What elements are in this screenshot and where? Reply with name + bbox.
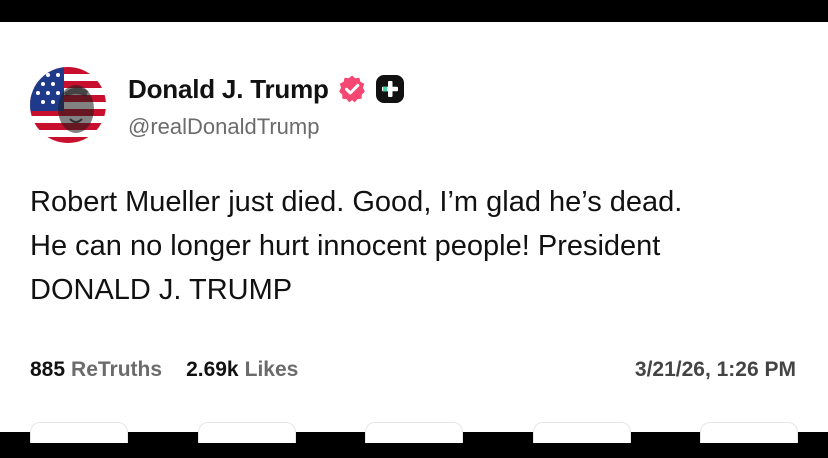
retruths-label: ReTruths: [71, 358, 163, 381]
author-handle[interactable]: @realDonaldTrump: [128, 114, 319, 140]
truth-plus-icon[interactable]: [375, 74, 405, 104]
likes-stat[interactable]: 2.69k Likes: [186, 358, 298, 382]
author-name-row: Donald J. Trump: [128, 72, 405, 106]
likes-label: Likes: [244, 358, 299, 381]
post-stats: 885 ReTruths 2.69k Likes 3/21/26, 1:26 P…: [30, 355, 798, 385]
retruths-stat[interactable]: 885 ReTruths: [30, 358, 162, 382]
verified-badge-icon: [337, 74, 367, 104]
post-card: Donald J. Trump @realDonaldTrump Robert …: [0, 22, 828, 443]
post-text-line: He can no longer hurt innocent people! P…: [30, 230, 661, 262]
like-button[interactable]: [365, 422, 463, 443]
post-action-bar: [30, 422, 798, 443]
flag-portrait-avatar-icon: [30, 67, 106, 143]
more-button[interactable]: [700, 422, 798, 443]
post-text-line: Robert Mueller just died. Good, I’m glad…: [30, 186, 683, 218]
avatar[interactable]: [30, 67, 106, 143]
author-display-name[interactable]: Donald J. Trump: [128, 74, 329, 105]
post-timestamp[interactable]: 3/21/26, 1:26 PM: [635, 358, 796, 382]
post-body: Robert Mueller just died. Good, I’m glad…: [30, 180, 810, 312]
share-button[interactable]: [532, 422, 631, 443]
reply-button[interactable]: [30, 422, 128, 443]
likes-count: 2.69k: [186, 358, 239, 381]
retruth-button[interactable]: [197, 422, 296, 443]
retruths-count: 885: [30, 358, 66, 381]
post-text-line: DONALD J. TRUMP: [30, 274, 293, 306]
